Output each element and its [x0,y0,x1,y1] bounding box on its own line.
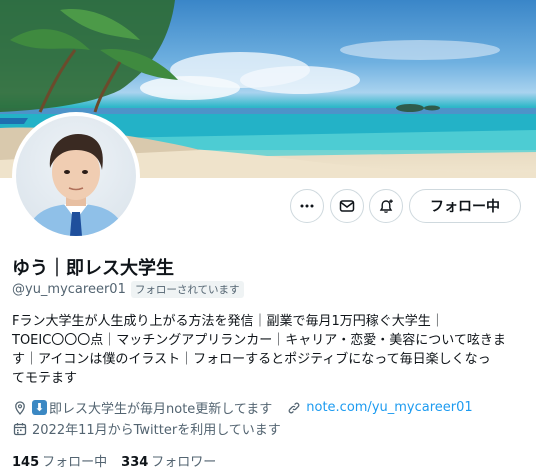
more-icon [300,204,314,208]
bio-line: す｜アイコンは僕のイラスト｜フォローするとポジティブになって毎日楽しくなっ [12,352,491,367]
bell-plus-icon [379,199,393,213]
follow-stats: 145 フォロー中 334 フォロワー [12,451,216,470]
following-label: フォロー中 [42,455,108,470]
follows-you-badge: フォローされています [130,281,244,298]
bio-line: TOEIC〇〇〇点｜マッチングアプリランカー｜キャリア・恋愛・美容について呟きま [12,333,506,348]
down-arrow-emoji-icon: ⬇ [32,400,47,415]
location-text: 即レス大学生が毎月note更新してます [49,402,273,417]
following-count: 145 [12,455,40,470]
location-pin-icon [12,400,28,416]
more-options-button[interactable] [290,189,324,223]
profile-avatar-frame[interactable] [12,112,140,240]
website-link[interactable]: note.com/yu_mycareer01 [306,400,472,415]
avatar[interactable] [16,116,136,236]
envelope-icon [339,200,355,212]
joined-date: 2022年11月からTwitterを利用しています [32,423,281,438]
notify-button[interactable] [369,189,403,223]
message-button[interactable] [330,189,364,223]
link-icon [286,400,302,416]
display-name: ゆう｜即レス大学生 [12,258,174,279]
profile-meta-location: ⬇ 即レス大学生が毎月note更新してます note.com/yu_mycare… [12,398,473,417]
avatar-illustration [26,134,126,236]
profile-meta-joined: 2022年11月からTwitterを利用しています [12,419,281,438]
followers-count: 334 [121,455,149,470]
following-button[interactable]: フォロー中 [409,189,521,223]
profile-bio: Fラン大学生が人生成り上がる方法を発信｜副業で毎月1万円稼ぐ大学生｜ TOEIC… [12,312,527,388]
calendar-icon [12,421,28,437]
user-handle: @yu_mycareer01 [12,282,126,297]
handle-row: @yu_mycareer01 フォローされています [12,281,244,298]
followers-label: フォロワー [151,455,217,470]
bio-line: Fラン大学生が人生成り上がる方法を発信｜副業で毎月1万円稼ぐ大学生｜ [12,314,444,329]
following-stat[interactable]: 145 フォロー中 [12,451,107,470]
followers-stat[interactable]: 334 フォロワー [121,451,216,470]
bio-line: てモテます [12,371,78,386]
